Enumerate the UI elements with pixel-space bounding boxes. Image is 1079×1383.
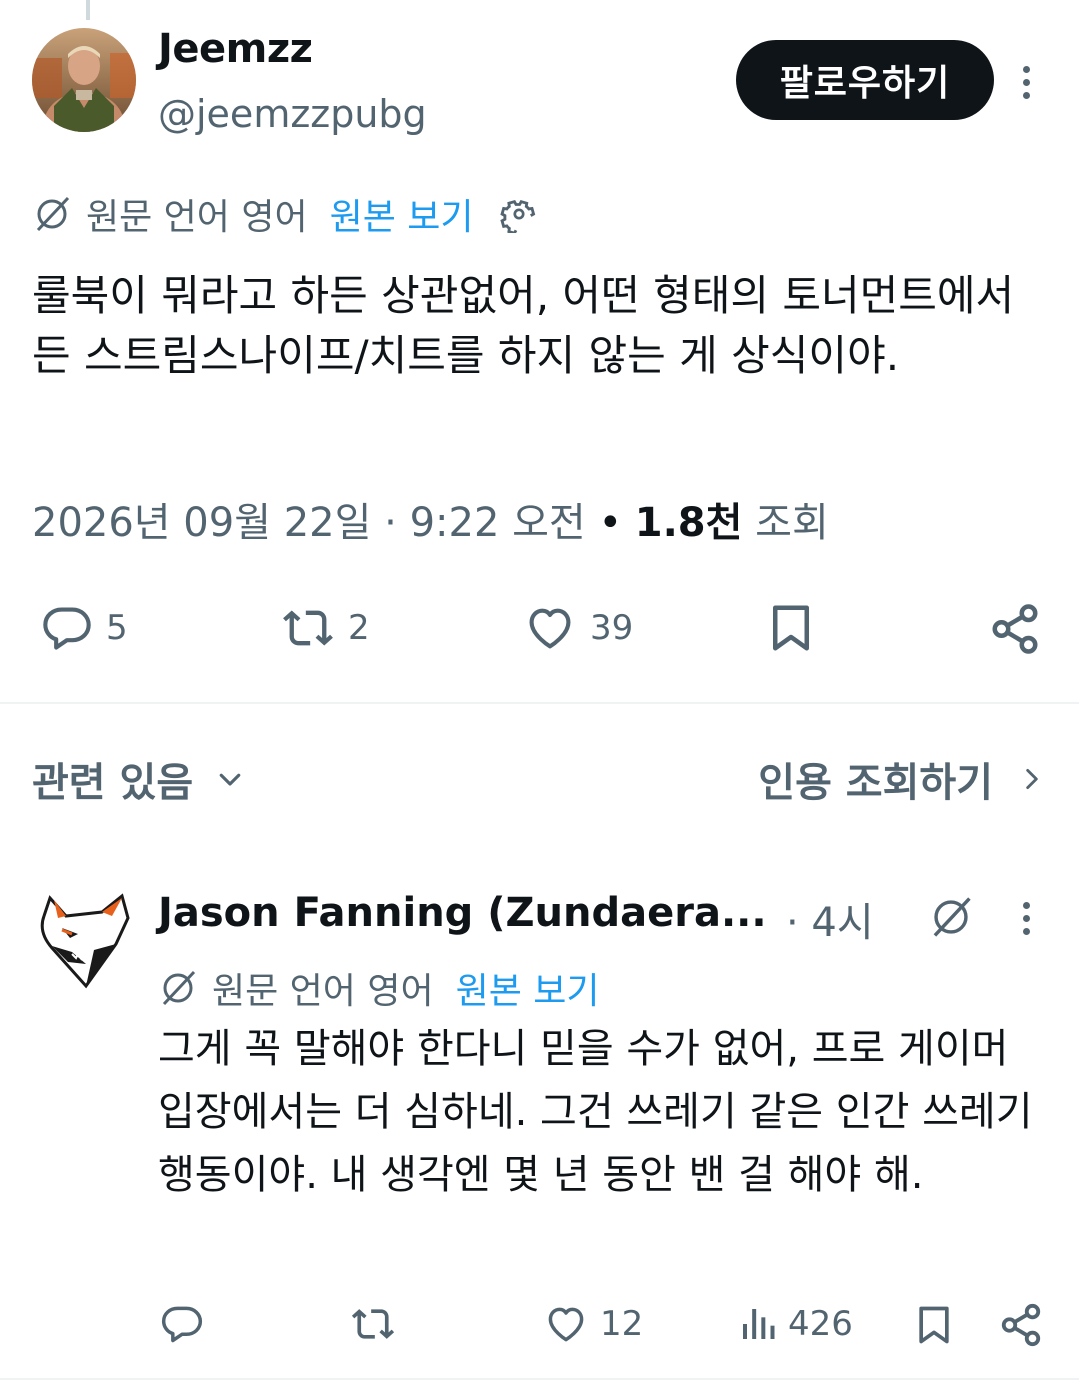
author-avatar[interactable] xyxy=(32,28,136,132)
reply-text: 그게 꼭 말해야 한다니 믿을 수가 없어, 프로 게이머 입장에서는 더 심하… xyxy=(158,1026,1033,1198)
gear-icon[interactable] xyxy=(499,195,538,233)
translation-language-label: 원문 언어 영어 xyxy=(86,197,308,238)
bookmark-action[interactable] xyxy=(764,600,818,656)
grok-icon[interactable] xyxy=(928,894,974,940)
reply-count: 5 xyxy=(106,608,128,648)
related-title: 관련 있음 xyxy=(32,760,194,806)
tweet-meta: 2026년 09월 22일 · 9:22 오전 • 1.8천 조회 xyxy=(32,500,829,546)
related-section-toggle[interactable]: 관련 있음 xyxy=(32,750,245,808)
tweet-text: 룰북이 뭐라고 하든 상관없어, 어떤 형태의 토너먼트에서든 스트림스나이프/… xyxy=(32,271,1015,380)
repost-icon xyxy=(351,1309,395,1339)
view-quotes-label: 인용 조회하기 xyxy=(758,760,993,806)
translation-row: 원문 언어 영어 원본 보기 xyxy=(32,188,538,240)
follow-button[interactable]: 팔로우하기 xyxy=(736,40,994,120)
view-quotes-link[interactable]: 인용 조회하기 xyxy=(758,750,1045,808)
section-divider xyxy=(0,702,1079,704)
chevron-right-icon xyxy=(1026,768,1038,790)
views-label: 조회 xyxy=(755,500,829,546)
bookmark-icon xyxy=(919,1306,949,1344)
reply-like-count: 12 xyxy=(600,1304,644,1344)
reply-icon xyxy=(161,1306,203,1343)
reply-bookmark-action[interactable] xyxy=(912,1302,956,1348)
reply-like-action[interactable]: 12 xyxy=(542,1302,643,1346)
share-action[interactable] xyxy=(988,602,1042,656)
share-icon xyxy=(992,604,1038,654)
like-icon xyxy=(529,608,571,649)
bottom-divider xyxy=(0,1378,1079,1380)
author-name[interactable]: Jeemzz xyxy=(158,26,313,72)
repost-icon xyxy=(283,610,333,646)
reply-translation-language-label: 원문 언어 영어 xyxy=(212,971,434,1012)
repost-count: 2 xyxy=(348,608,370,648)
like-icon xyxy=(548,1307,584,1342)
tweet-time[interactable]: 9:22 오전 xyxy=(410,500,586,546)
reply-translation-row: 원문 언어 영어 원본 보기 xyxy=(158,962,600,1014)
reply-view-original-link[interactable]: 원본 보기 xyxy=(456,962,600,1014)
view-original-link[interactable]: 원본 보기 xyxy=(330,188,474,240)
like-count: 39 xyxy=(590,608,634,648)
reply-more-icon[interactable] xyxy=(1020,902,1032,935)
translate-icon xyxy=(162,970,196,1006)
reply-repost-action[interactable] xyxy=(348,1302,398,1346)
thread-connector-line xyxy=(86,0,90,20)
reply-author-avatar[interactable] xyxy=(32,888,136,992)
author-handle[interactable]: @jeemzzpubg xyxy=(158,92,427,136)
reply-author-name[interactable]: Jason Fanning (Zundaera... xyxy=(158,890,767,936)
reply-reply-action[interactable] xyxy=(158,1302,206,1346)
reply-action[interactable]: 5 xyxy=(38,602,128,654)
reply-views-count: 426 xyxy=(788,1304,853,1344)
share-icon xyxy=(1001,1303,1041,1347)
views-count[interactable]: 1.8천 xyxy=(635,500,743,546)
translate-icon xyxy=(36,196,70,232)
views-icon xyxy=(743,1309,775,1339)
reply-views-action[interactable]: 426 xyxy=(738,1302,853,1346)
bookmark-icon xyxy=(773,605,809,651)
reply-share-action[interactable] xyxy=(998,1302,1044,1348)
like-action[interactable]: 39 xyxy=(520,602,633,654)
more-icon[interactable] xyxy=(1020,66,1032,99)
repost-action[interactable]: 2 xyxy=(278,602,370,654)
tweet-date[interactable]: 2026년 09월 22일 xyxy=(32,500,371,546)
reply-icon xyxy=(43,607,91,650)
reply-timestamp[interactable]: · 4시 xyxy=(786,890,874,948)
chevron-down-icon xyxy=(219,773,241,786)
